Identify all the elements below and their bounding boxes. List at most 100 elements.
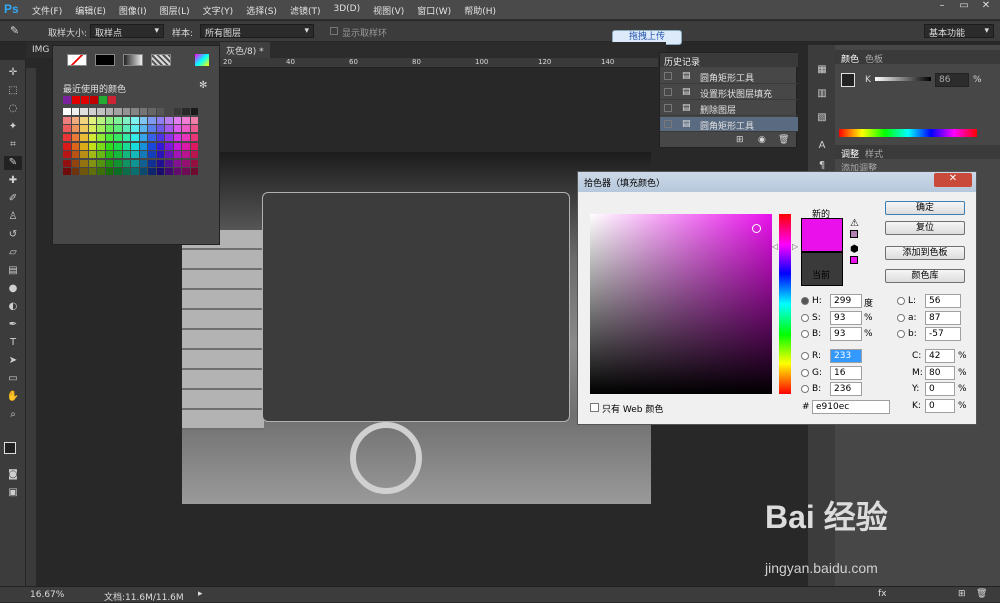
swatch-cell[interactable]	[173, 133, 181, 141]
swatch-cell[interactable]	[114, 151, 122, 159]
swatch-cell[interactable]	[122, 142, 130, 150]
swatch-cell[interactable]	[71, 133, 79, 141]
l-field[interactable]: 56	[925, 294, 961, 308]
menu-view[interactable]: 视图(V)	[373, 4, 404, 17]
fg-color-box[interactable]	[841, 73, 855, 87]
swatch-cell[interactable]	[63, 116, 71, 124]
y-field[interactable]: 0	[925, 382, 955, 396]
menu-filter[interactable]: 滤镜(T)	[290, 4, 321, 17]
recent-swatch[interactable]	[72, 96, 80, 104]
swatch-cell[interactable]	[80, 151, 88, 159]
eraser-tool-icon[interactable]: ▱	[4, 246, 22, 260]
swatch-cell[interactable]	[105, 125, 113, 133]
swatch-cell[interactable]	[165, 151, 173, 159]
no-color-swatch[interactable]	[67, 54, 87, 66]
swatch-cell[interactable]	[139, 116, 147, 124]
solid-color-icon[interactable]	[95, 54, 115, 66]
b-radio[interactable]	[801, 330, 809, 338]
menu-file[interactable]: 文件(F)	[32, 4, 62, 17]
trash-icon[interactable]: 🗑	[778, 135, 789, 145]
recent-swatch[interactable]	[90, 96, 98, 104]
swatch-cell[interactable]	[173, 125, 181, 133]
swatch-cell[interactable]	[148, 108, 156, 115]
swatch-cell[interactable]	[88, 108, 96, 115]
swatch-cell[interactable]	[173, 168, 181, 176]
g-radio[interactable]	[801, 369, 809, 377]
reset-button[interactable]: 复位	[885, 221, 965, 235]
close-window-button[interactable]: ✕	[976, 0, 996, 14]
swatch-cell[interactable]	[190, 142, 198, 150]
swatch-cell[interactable]	[182, 142, 190, 150]
new-document-icon[interactable]: ⊞	[736, 135, 744, 145]
menu-window[interactable]: 窗口(W)	[417, 4, 451, 17]
swatch-cell[interactable]	[156, 159, 164, 167]
swatch-cell[interactable]	[165, 159, 173, 167]
swatch-cell[interactable]	[190, 159, 198, 167]
k-field[interactable]: 86	[935, 73, 969, 87]
swatch-cell[interactable]	[148, 116, 156, 124]
swatch-cell[interactable]	[105, 142, 113, 150]
zoom-tool-icon[interactable]: ⌕	[4, 408, 22, 422]
rgb-b-radio[interactable]	[801, 385, 809, 393]
document-tab-prefix[interactable]: IMG	[32, 45, 49, 55]
lasso-tool-icon[interactable]: ◌	[4, 102, 22, 116]
swatch-cell[interactable]	[97, 168, 105, 176]
history-brush-icon[interactable]: ↺	[4, 228, 22, 242]
hand-tool-icon[interactable]: ✋	[4, 390, 22, 404]
healing-brush-icon[interactable]: ✚	[4, 174, 22, 188]
shape-tool-icon[interactable]: ▭	[4, 372, 22, 386]
swatch-cell[interactable]	[156, 168, 164, 176]
swatch-cell[interactable]	[190, 151, 198, 159]
swatch-cell[interactable]	[148, 151, 156, 159]
swatch-cell[interactable]	[80, 159, 88, 167]
status-menu-arrow-icon[interactable]: ▸	[198, 589, 203, 599]
swatch-cell[interactable]	[80, 142, 88, 150]
swatch-cell[interactable]	[114, 133, 122, 141]
swatch-cell[interactable]	[182, 159, 190, 167]
swatch-cell[interactable]	[97, 159, 105, 167]
swatch-cell[interactable]	[156, 108, 164, 115]
marquee-tool-icon[interactable]: ⬚	[4, 84, 22, 98]
swatch-cell[interactable]	[71, 168, 79, 176]
swatch-cell[interactable]	[80, 133, 88, 141]
tab-styles[interactable]: 样式	[865, 147, 883, 160]
swatch-cell[interactable]	[63, 108, 71, 115]
swatch-cell[interactable]	[131, 116, 139, 124]
swatch-cell[interactable]	[139, 151, 147, 159]
r-field[interactable]: 233	[830, 349, 862, 363]
color-picker-icon[interactable]	[195, 54, 209, 66]
swatch-cell[interactable]	[80, 116, 88, 124]
swatch-cell[interactable]	[165, 142, 173, 150]
swatch-cell[interactable]	[63, 142, 71, 150]
g-field[interactable]: 16	[830, 366, 862, 380]
b-field[interactable]: 93	[830, 327, 862, 341]
swatch-cell[interactable]	[190, 116, 198, 124]
swatch-cell[interactable]	[139, 125, 147, 133]
swatch-panel-icon[interactable]: ▧	[813, 111, 831, 125]
h-field[interactable]: 299	[830, 294, 862, 308]
pattern-icon[interactable]	[151, 54, 171, 66]
swatch-cell[interactable]	[88, 116, 96, 124]
swatch-cell[interactable]	[148, 159, 156, 167]
history-panel-icon[interactable]: ▦	[813, 63, 831, 77]
swatch-cell[interactable]	[105, 133, 113, 141]
swatch-cell[interactable]	[182, 108, 190, 115]
properties-panel-icon[interactable]: ▥	[813, 87, 831, 101]
recent-swatch[interactable]	[63, 96, 71, 104]
swatch-cell[interactable]	[71, 142, 79, 150]
swatch-cell[interactable]	[165, 168, 173, 176]
close-icon[interactable]: ✕	[934, 173, 972, 187]
hue-slider[interactable]	[779, 214, 791, 394]
gamut-swatch[interactable]	[850, 230, 858, 238]
hue-right-arrow-icon[interactable]: ▷	[792, 242, 798, 251]
swatch-cell[interactable]	[148, 133, 156, 141]
swatch-cell[interactable]	[71, 159, 79, 167]
menu-type[interactable]: 文字(Y)	[203, 4, 234, 17]
swatch-cell[interactable]	[97, 116, 105, 124]
swatch-cell[interactable]	[122, 116, 130, 124]
swatch-cell[interactable]	[97, 133, 105, 141]
quick-mask-icon[interactable]: ◙	[4, 468, 22, 482]
swatch-cell[interactable]	[165, 133, 173, 141]
snapshot-icon[interactable]: ◉	[758, 135, 766, 145]
swatch-cell[interactable]	[63, 159, 71, 167]
